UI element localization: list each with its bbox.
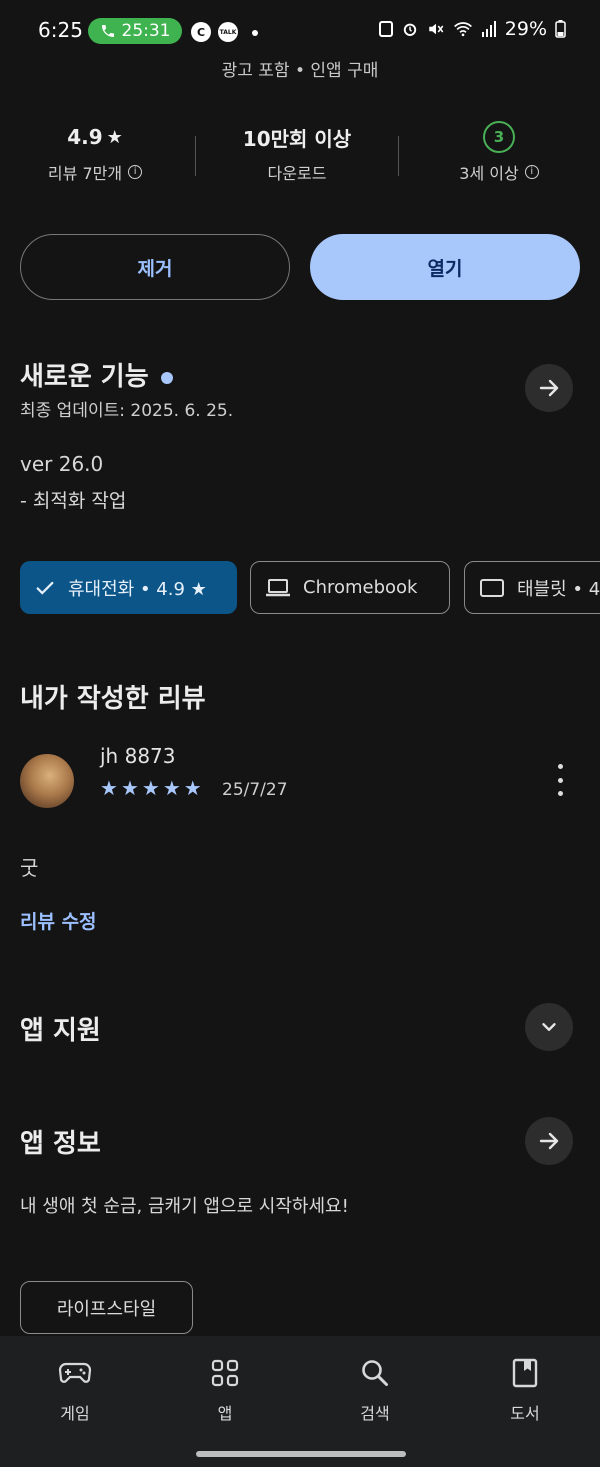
whats-new-title-text: 새로운 기능 — [20, 362, 149, 392]
gamepad-icon — [58, 1356, 92, 1390]
nav-games-label: 게임 — [60, 1404, 90, 1423]
rating-stat[interactable]: 4.9 ★ 리뷰 7만개 i — [10, 120, 180, 184]
review-date: 25/7/27 — [222, 780, 288, 800]
review-author: jh 8873 — [100, 744, 176, 768]
search-icon — [358, 1356, 392, 1390]
chip-tablet[interactable]: 태블릿 • 4 — [464, 561, 600, 614]
nav-apps-label: 앱 — [217, 1404, 233, 1423]
check-icon — [36, 581, 54, 595]
call-icon — [101, 25, 114, 37]
nav-books[interactable]: 도서 — [450, 1336, 600, 1436]
alarm-icon — [403, 23, 416, 36]
downloads-value: 10만회 이상 — [242, 126, 352, 151]
reviews-count: 리뷰 7만개 — [47, 164, 123, 183]
battery-percent: 29% — [504, 18, 547, 40]
chip-chromebook[interactable]: Chromebook — [250, 561, 450, 614]
open-button[interactable]: 열기 — [310, 234, 580, 300]
version-text: ver 26.0 — [20, 452, 104, 476]
nav-games[interactable]: 게임 — [0, 1336, 150, 1436]
divider — [398, 136, 399, 176]
wifi-icon — [453, 22, 472, 37]
release-note: - 최적화 작업 — [20, 490, 127, 512]
call-timer: 25:31 — [121, 21, 171, 41]
age-rating-badge-icon: 3 — [483, 121, 515, 153]
review-more-options-icon[interactable] — [550, 764, 570, 796]
mute-icon — [429, 23, 444, 35]
app-description: 내 생애 첫 순금, 금캐기 앱으로 시작하세요! — [20, 1196, 349, 1217]
uninstall-button[interactable]: 제거 — [20, 234, 290, 300]
ads-and-purchases-label: 광고 포함 • 인앱 구매 — [221, 61, 379, 81]
app-info-arrow-button[interactable] — [525, 1117, 573, 1165]
last-updated-date: 최종 업데이트: 2025. 6. 25. — [20, 401, 234, 421]
star-icon: ★ — [162, 776, 181, 800]
age-rating-stat[interactable]: 3 3세 이상 i — [414, 120, 584, 184]
star-icon: ★ — [106, 126, 123, 148]
nav-apps[interactable]: 앱 — [150, 1336, 300, 1436]
star-icon: ★ — [100, 776, 118, 800]
apps-grid-icon — [208, 1356, 242, 1390]
tablet-icon — [480, 578, 504, 597]
home-gesture-bar[interactable] — [196, 1451, 406, 1457]
age-rating-label: 3세 이상 — [459, 164, 519, 183]
app-stats-row: 4.9 ★ 리뷰 7만개 i 10만회 이상 다운로드 3 3세 이상 i — [0, 120, 600, 190]
bottom-navigation: 게임 앱 검색 도서 — [0, 1336, 600, 1467]
category-tag-chip[interactable]: 라이프스타일 — [20, 1281, 193, 1334]
book-icon — [508, 1356, 542, 1390]
battery-icon — [555, 20, 566, 38]
status-icons: 29% — [378, 18, 566, 40]
info-icon: i — [524, 165, 539, 179]
chip-phone[interactable]: 휴대전화 • 4.9 ★ — [20, 561, 237, 614]
rating-value: 4.9 — [67, 125, 103, 149]
laptop-icon — [266, 578, 290, 596]
star-icon: ★ — [183, 776, 202, 800]
clock: 6:25 — [38, 18, 83, 42]
arrow-right-icon — [539, 379, 559, 397]
nav-search[interactable]: 검색 — [300, 1336, 450, 1436]
nav-search-label: 검색 — [360, 1404, 390, 1423]
whats-new-title[interactable]: 새로운 기능 — [20, 356, 173, 393]
notification-dot — [252, 30, 258, 36]
new-indicator-dot — [160, 371, 173, 384]
review-stars: ★ ★ ★ ★ ★ — [100, 776, 202, 800]
clip-icon — [378, 21, 393, 37]
review-text: 굿 — [20, 856, 39, 880]
chevron-down-icon — [542, 1023, 556, 1031]
c-app-icon: C — [191, 22, 211, 42]
star-icon: ★ — [120, 776, 139, 800]
chip-phone-label: 휴대전화 • 4.9 ★ — [68, 578, 207, 600]
kakaotalk-icon: TALK — [218, 22, 238, 42]
arrow-right-icon — [539, 1132, 559, 1150]
nav-books-label: 도서 — [510, 1404, 540, 1423]
info-icon: i — [128, 165, 143, 179]
whats-new-arrow-button[interactable] — [525, 364, 573, 412]
app-support-expand-button[interactable] — [525, 1003, 573, 1051]
status-bar: 6:25 25:31 C TALK 29% — [0, 14, 600, 50]
downloads-stat: 10만회 이상 다운로드 — [212, 120, 382, 184]
app-support-title[interactable]: 앱 지원 — [20, 1010, 101, 1047]
downloads-label: 다운로드 — [267, 164, 327, 183]
chip-tablet-label: 태블릿 • 4 — [517, 578, 600, 600]
edit-review-link[interactable]: 리뷰 수정 — [20, 907, 97, 934]
chip-chromebook-label: Chromebook — [303, 577, 418, 598]
signal-icon — [481, 21, 496, 37]
ongoing-call-pill[interactable]: 25:31 — [88, 18, 182, 44]
star-icon: ★ — [141, 776, 160, 800]
avatar — [20, 754, 74, 808]
app-info-title[interactable]: 앱 정보 — [20, 1123, 101, 1160]
divider — [195, 136, 196, 176]
my-review-title: 내가 작성한 리뷰 — [20, 684, 206, 714]
